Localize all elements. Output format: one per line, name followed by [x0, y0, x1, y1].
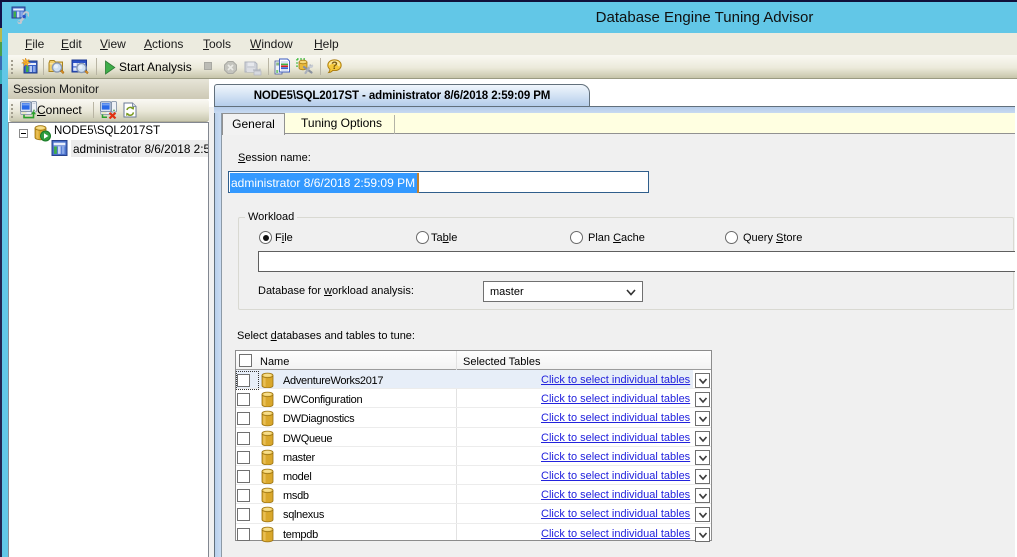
- svg-text:?: ?: [331, 60, 338, 72]
